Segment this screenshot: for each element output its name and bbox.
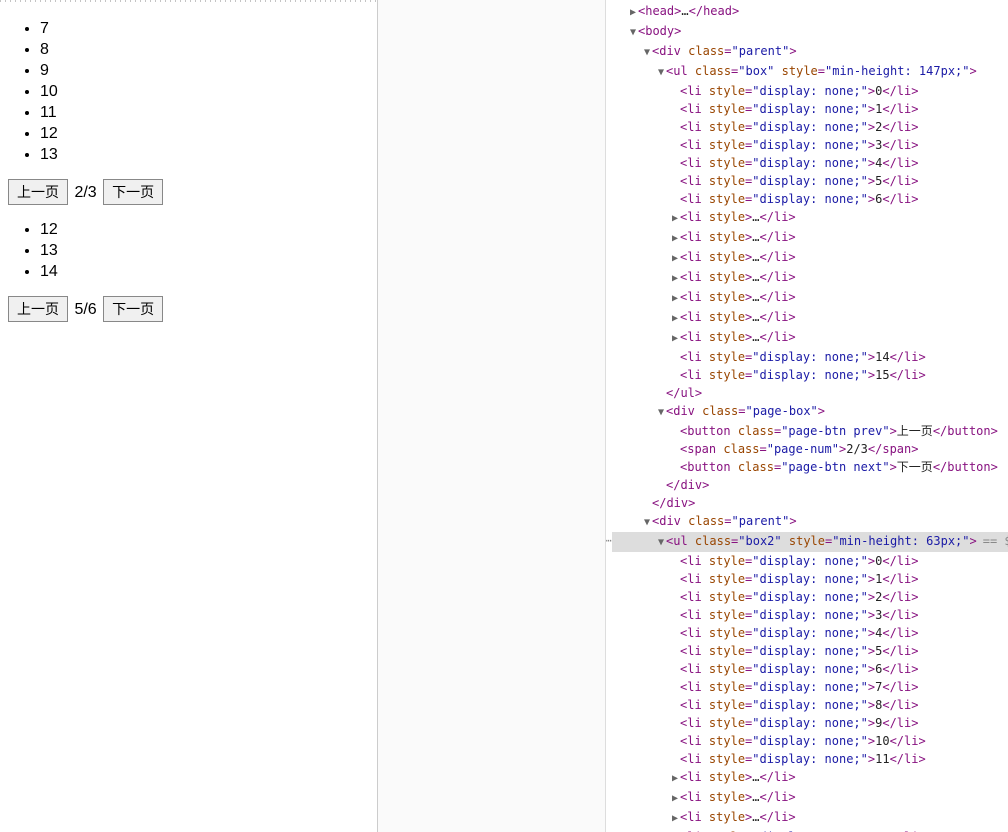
- dom-tree-line[interactable]: <li style="display: none;">3</li>: [612, 606, 1008, 624]
- expand-caret-icon[interactable]: [642, 514, 652, 532]
- dom-tree-line[interactable]: <div class="parent">: [612, 512, 1008, 532]
- dom-tree-line[interactable]: <li style="display: none;">9</li>: [612, 714, 1008, 732]
- expand-caret-icon[interactable]: [670, 270, 680, 288]
- list-item: 9: [40, 60, 377, 81]
- dom-tree-line[interactable]: <li style="display: none;">1</li>: [612, 100, 1008, 118]
- dom-tree-line[interactable]: <div class="parent">: [612, 42, 1008, 62]
- expand-caret-icon[interactable]: [670, 290, 680, 308]
- list-item: 7: [40, 18, 377, 39]
- next-button-1[interactable]: 下一页: [103, 179, 163, 205]
- list-item: 14: [40, 261, 377, 282]
- middle-gap: [378, 0, 606, 832]
- next-button-2[interactable]: 下一页: [103, 296, 163, 322]
- dom-tree-line[interactable]: </div>: [612, 494, 1008, 512]
- prev-button-1[interactable]: 上一页: [8, 179, 68, 205]
- page-num-2: 5/6: [74, 301, 96, 318]
- dom-tree-line[interactable]: <li style="display: none;">8</li>: [612, 696, 1008, 714]
- expand-caret-icon[interactable]: [670, 790, 680, 808]
- page-num-1: 2/3: [74, 184, 96, 201]
- dom-tree-line[interactable]: <li style="display: none;">0</li>: [612, 552, 1008, 570]
- dom-tree-line[interactable]: <li style="display: none;">10</li>: [612, 732, 1008, 750]
- dom-tree-line[interactable]: <li style>…</li>: [612, 788, 1008, 808]
- expand-caret-icon[interactable]: [628, 4, 638, 22]
- expand-caret-icon[interactable]: [656, 534, 666, 552]
- prev-button-2[interactable]: 上一页: [8, 296, 68, 322]
- dom-tree-line[interactable]: <li style="display: none;">5</li>: [612, 642, 1008, 660]
- dom-tree-line[interactable]: <li style="display: none;">7</li>: [612, 678, 1008, 696]
- dom-tree-line[interactable]: ⋯<ul class="box2" style="min-height: 63p…: [612, 532, 1008, 552]
- list-item: 13: [40, 144, 377, 165]
- dom-tree-line[interactable]: <span class="page-num">2/3</span>: [612, 440, 1008, 458]
- expand-caret-icon[interactable]: [642, 44, 652, 62]
- dom-tree-line[interactable]: <ul class="box" style="min-height: 147px…: [612, 62, 1008, 82]
- dom-tree-line[interactable]: <li style>…</li>: [612, 228, 1008, 248]
- dom-tree-line[interactable]: <head>…</head>: [612, 2, 1008, 22]
- dom-tree-line[interactable]: <li style>…</li>: [612, 288, 1008, 308]
- expand-caret-icon[interactable]: [670, 770, 680, 788]
- dom-tree-line[interactable]: <li style="display: none;">0</li>: [612, 82, 1008, 100]
- dom-tree-line[interactable]: <li style="display: none;">6</li>: [612, 660, 1008, 678]
- dom-tree-line[interactable]: <li style="display: none;">15</li>: [612, 366, 1008, 384]
- dom-tree-line[interactable]: <li style>…</li>: [612, 808, 1008, 828]
- list-item: 10: [40, 81, 377, 102]
- list-box1: 78910111213: [0, 18, 377, 165]
- list-item: 8: [40, 39, 377, 60]
- dom-tree-line[interactable]: <li style>…</li>: [612, 248, 1008, 268]
- dom-tree-line[interactable]: <button class="page-btn next">下一页</butto…: [612, 458, 1008, 476]
- expand-caret-icon[interactable]: [670, 230, 680, 248]
- dom-tree-line[interactable]: <div class="page-box">: [612, 402, 1008, 422]
- dom-tree-line[interactable]: <button class="page-btn prev">上一页</butto…: [612, 422, 1008, 440]
- expand-caret-icon[interactable]: [628, 24, 638, 42]
- dom-tree-line[interactable]: <li style>…</li>: [612, 208, 1008, 228]
- ruler-top: [0, 0, 377, 2]
- dom-tree-line[interactable]: <li style="display: none;">2</li>: [612, 118, 1008, 136]
- rendered-page-panel: 78910111213 上一页 2/3 下一页 121314 上一页 5/6 下…: [0, 0, 378, 832]
- dom-tree-line[interactable]: <li style="display: none;">3</li>: [612, 136, 1008, 154]
- list-item: 13: [40, 240, 377, 261]
- list-box2: 121314: [0, 219, 377, 282]
- page-box-1: 上一页 2/3 下一页: [8, 179, 369, 205]
- dom-tree-line[interactable]: <li style="display: none;">14</li>: [612, 348, 1008, 366]
- expand-caret-icon[interactable]: [670, 250, 680, 268]
- dom-tree-line[interactable]: <li style="display: none;">4</li>: [612, 154, 1008, 172]
- dom-tree-line[interactable]: <li style>…</li>: [612, 768, 1008, 788]
- list-item: 12: [40, 123, 377, 144]
- list-item: 12: [40, 219, 377, 240]
- expand-caret-icon[interactable]: [656, 64, 666, 82]
- dom-tree-line[interactable]: <li style="display: none;">15</li>: [612, 828, 1008, 832]
- expand-caret-icon[interactable]: [656, 404, 666, 422]
- expand-caret-icon[interactable]: [670, 810, 680, 828]
- dom-tree-line[interactable]: </ul>: [612, 384, 1008, 402]
- dom-tree-line[interactable]: <li style="display: none;">11</li>: [612, 750, 1008, 768]
- expand-caret-icon[interactable]: [670, 210, 680, 228]
- dom-tree-line[interactable]: <li style>…</li>: [612, 308, 1008, 328]
- dom-tree-line[interactable]: <li style>…</li>: [612, 328, 1008, 348]
- expand-caret-icon[interactable]: [670, 330, 680, 348]
- page-box-2: 上一页 5/6 下一页: [8, 296, 369, 322]
- list-item: 11: [40, 102, 377, 123]
- dom-tree-line[interactable]: <li style>…</li>: [612, 268, 1008, 288]
- dom-tree-line[interactable]: <li style="display: none;">1</li>: [612, 570, 1008, 588]
- dom-tree-line[interactable]: <li style="display: none;">5</li>: [612, 172, 1008, 190]
- dom-tree-line[interactable]: </div>: [612, 476, 1008, 494]
- dom-tree-line[interactable]: <li style="display: none;">2</li>: [612, 588, 1008, 606]
- dom-tree-line[interactable]: <li style="display: none;">4</li>: [612, 624, 1008, 642]
- expand-caret-icon[interactable]: [670, 310, 680, 328]
- devtools-elements-panel[interactable]: <head>…</head><body><div class="parent">…: [606, 0, 1008, 832]
- dom-tree-line[interactable]: <body>: [612, 22, 1008, 42]
- dom-tree-line[interactable]: <li style="display: none;">6</li>: [612, 190, 1008, 208]
